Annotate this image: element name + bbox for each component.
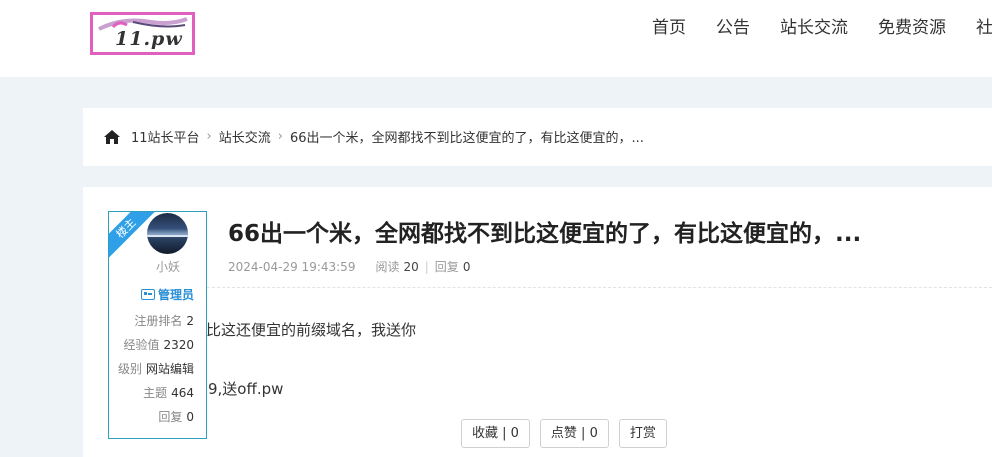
post-meta: 2024-04-29 19:43:59 阅读 20 | 回复 0	[228, 258, 470, 275]
site-header: 11.pw 首页 公告 站长交流 免费资源 社	[0, 0, 992, 77]
main-nav: 首页 公告 站长交流 免费资源 社	[652, 16, 992, 40]
stat-row: 经验值 2320	[118, 333, 194, 357]
like-button[interactable]: 点赞 | 0	[539, 419, 609, 448]
views-label: 阅读	[375, 260, 400, 274]
stat-label: 级别	[117, 362, 142, 376]
stat-row: 注册排名 2	[118, 309, 194, 333]
stat-row: 主题 464	[118, 381, 194, 405]
post-actions: 收藏 | 0 点赞 | 0 打赏	[461, 419, 677, 448]
stat-row: 回复 0	[118, 405, 194, 429]
favorite-button[interactable]: 收藏 | 0	[461, 419, 530, 448]
stat-label: 回复	[158, 410, 183, 424]
replies-count: 0	[462, 259, 471, 274]
stat-value: 2320	[163, 338, 194, 352]
stat-value: 464	[171, 386, 194, 400]
stat-row: 级别 网站编辑	[118, 357, 194, 381]
avatar[interactable]	[147, 213, 188, 254]
breadcrumb-separator: ›	[206, 129, 212, 144]
stat-value: 网站编辑	[145, 362, 194, 376]
breadcrumb-item-current[interactable]: 66出一个米，全网都找不到比这便宜的了，有比这便宜的，...	[290, 127, 644, 146]
views-count: 20	[403, 259, 419, 274]
author-stats: 注册排名 2 经验值 2320 级别 网站编辑 主题 464 回复 0	[118, 309, 194, 429]
id-card-icon	[140, 289, 155, 300]
nav-item-home[interactable]: 首页	[652, 16, 686, 40]
site-logo[interactable]: 11.pw	[90, 12, 195, 55]
breadcrumb-item-category[interactable]: 站长交流	[219, 127, 271, 146]
author-role-label: 管理员	[157, 288, 194, 302]
stat-value: 0	[186, 410, 194, 424]
breadcrumb-item-platform[interactable]: 11站长平台	[131, 127, 200, 146]
tip-button[interactable]: 打赏	[618, 419, 667, 448]
post-date: 2024-04-29 19:43:59	[228, 259, 356, 274]
post-title: 66出一个米，全网都找不到比这便宜的了，有比这便宜的，...	[228, 221, 862, 247]
stat-label: 经验值	[123, 338, 160, 352]
nav-item-more[interactable]: 社	[976, 16, 992, 40]
breadcrumb-separator: ›	[277, 129, 283, 144]
author-name[interactable]: 小妖	[109, 258, 206, 275]
nav-item-free-resources[interactable]: 免费资源	[878, 16, 946, 40]
home-icon[interactable]	[103, 129, 121, 145]
stat-label: 注册排名	[134, 314, 183, 328]
post-body-line: 比这还便宜的前缀域名，我送你	[206, 321, 417, 339]
logo-text: 11.pw	[115, 28, 183, 50]
replies-label: 回复	[434, 260, 459, 274]
divider	[207, 287, 992, 288]
nav-item-announcements[interactable]: 公告	[716, 16, 750, 40]
stat-value: 2	[186, 314, 194, 328]
author-card: 楼主 小妖 管理员 注册排名 2 经验值 2320 级别 网站编辑 主题 464 回复 0	[108, 211, 207, 439]
author-role: 管理员	[140, 286, 194, 303]
post-body-line: 9,送off.pw	[208, 380, 284, 398]
meta-divider: |	[424, 259, 429, 274]
breadcrumb: 11站长平台 › 站长交流 › 66出一个米，全网都找不到比这便宜的了，有比这便…	[103, 127, 644, 146]
breadcrumb-card: 11站长平台 › 站长交流 › 66出一个米，全网都找不到比这便宜的了，有比这便…	[83, 108, 992, 166]
stat-label: 主题	[143, 386, 168, 400]
nav-item-webmaster-exchange[interactable]: 站长交流	[780, 16, 848, 40]
